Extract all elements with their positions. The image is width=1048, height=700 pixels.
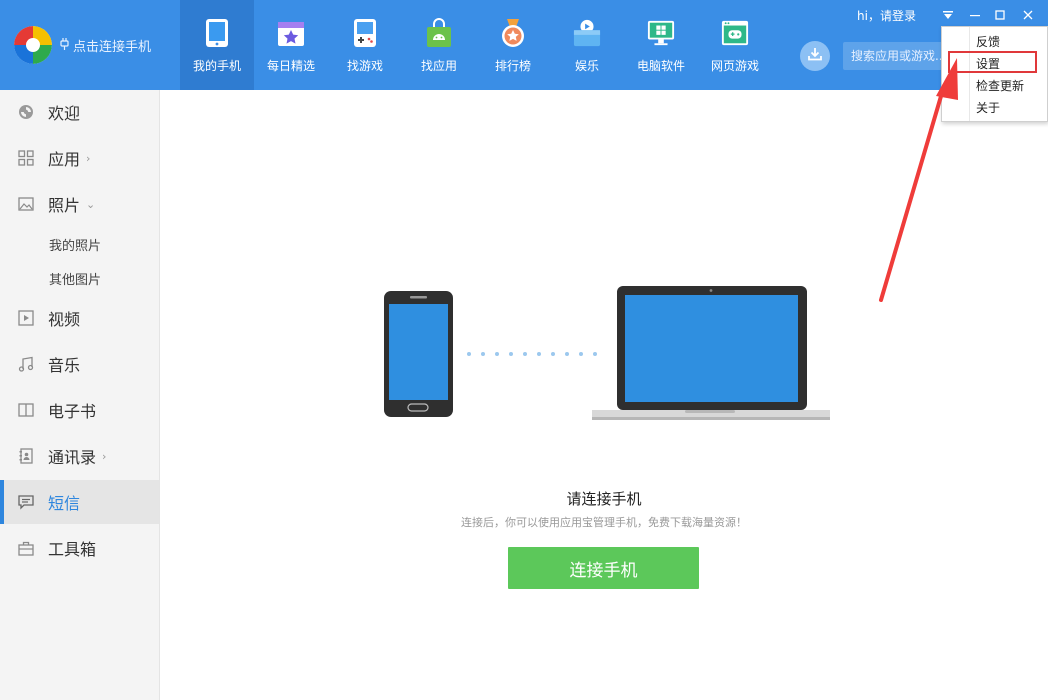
medal-icon <box>499 18 527 48</box>
sidebar-item-label: 工具箱 <box>48 540 97 559</box>
welcome-icon <box>17 103 35 121</box>
connect-subtitle: 连接后，你可以使用应用宝管理手机，免费下载海量资源！ <box>461 516 747 529</box>
search-input[interactable]: 搜索应用或游戏... <box>843 42 948 70</box>
download-manager-button[interactable] <box>800 41 830 71</box>
sidebar: 欢迎 应用 › 照片 ⌄ 我的照片 其他图片 视频 音乐 电子书 通讯录 › 短… <box>0 90 160 700</box>
tab-rankings[interactable]: 排行榜 <box>476 0 550 90</box>
download-icon <box>807 46 823 66</box>
android-bag-icon <box>425 18 453 48</box>
play-box-icon <box>573 18 601 48</box>
menu-item-feedback[interactable]: 反馈 <box>976 33 1000 50</box>
sidebar-item-contacts[interactable]: 通讯录 › <box>0 434 159 478</box>
tab-label: 找游戏 <box>346 59 383 73</box>
sidebar-item-photos[interactable]: 照片 ⌄ <box>0 182 159 226</box>
book-icon <box>17 401 35 419</box>
chevron-down-icon: ⌄ <box>86 197 96 211</box>
tab-label: 排行榜 <box>494 59 531 73</box>
sidebar-item-label: 视频 <box>48 310 81 329</box>
connect-phone-link[interactable]: 点击连接手机 <box>60 36 151 55</box>
calendar-star-icon <box>277 18 305 48</box>
tab-label: 网页游戏 <box>710 59 759 73</box>
browser-game-icon <box>721 18 749 48</box>
main-panel: 请连接手机 连接后，你可以使用应用宝管理手机，免费下载海量资源！ 连接手机 <box>160 90 1048 700</box>
login-link[interactable]: hi，请登录 <box>857 7 916 24</box>
phone-to-pc-illustration <box>380 286 831 430</box>
sidebar-item-label: 音乐 <box>48 356 81 375</box>
tab-label: 电脑软件 <box>636 59 685 73</box>
sidebar-subitem-my-photos[interactable]: 我的照片 <box>49 235 101 254</box>
monitor-windows-icon <box>647 18 675 48</box>
maximize-icon[interactable] <box>992 9 1008 24</box>
sidebar-item-label: 通讯录 <box>48 448 97 467</box>
sidebar-item-label: 欢迎 <box>48 104 81 123</box>
sidebar-item-music[interactable]: 音乐 <box>0 342 159 386</box>
sidebar-subitem-other-images[interactable]: 其他图片 <box>49 269 101 288</box>
music-icon <box>17 355 35 373</box>
app-logo-icon <box>14 26 52 64</box>
grid-icon <box>17 149 35 167</box>
connect-phone-label: 点击连接手机 <box>73 40 152 55</box>
sidebar-item-welcome[interactable]: 欢迎 <box>0 90 159 134</box>
close-icon[interactable] <box>1020 9 1036 24</box>
toolbox-icon <box>17 539 35 557</box>
message-icon <box>17 493 35 511</box>
sidebar-item-toolbox[interactable]: 工具箱 <box>0 526 159 570</box>
tab-find-apps[interactable]: 找应用 <box>402 0 476 90</box>
tab-web-games[interactable]: 网页游戏 <box>698 0 772 90</box>
tab-label: 娱乐 <box>574 59 599 73</box>
connect-title: 请连接手机 <box>566 490 642 508</box>
tab-daily-picks[interactable]: 每日精选 <box>254 0 328 90</box>
gamepad-icon <box>351 18 379 48</box>
sidebar-item-apps[interactable]: 应用 › <box>0 136 159 180</box>
sidebar-item-label: 电子书 <box>48 402 97 421</box>
phone-icon <box>203 18 231 48</box>
menu-item-check-update[interactable]: 检查更新 <box>976 77 1024 94</box>
sidebar-item-label: 短信 <box>48 494 81 513</box>
video-icon <box>17 309 35 327</box>
sidebar-item-label: 应用 <box>48 150 81 169</box>
plug-icon <box>60 38 69 53</box>
minimize-icon[interactable] <box>967 9 983 24</box>
sidebar-item-ebook[interactable]: 电子书 <box>0 388 159 432</box>
tab-label: 找应用 <box>420 59 457 73</box>
tab-pc-software[interactable]: 电脑软件 <box>624 0 698 90</box>
settings-menu: 反馈 设置 检查更新 关于 <box>941 26 1048 122</box>
sidebar-item-label: 照片 <box>48 196 81 215</box>
top-bar: 点击连接手机 我的手机 每日精选 找游戏 找应用 排行榜 娱乐 电脑软件 网页游… <box>0 0 1048 90</box>
tab-label: 我的手机 <box>192 59 241 73</box>
chevron-right-icon: › <box>86 151 91 165</box>
sidebar-item-sms[interactable]: 短信 <box>0 480 159 524</box>
main-nav: 我的手机 每日精选 找游戏 找应用 排行榜 娱乐 电脑软件 网页游戏 <box>180 0 772 90</box>
tab-find-games[interactable]: 找游戏 <box>328 0 402 90</box>
menu-gutter-divider <box>969 27 970 121</box>
connect-phone-button[interactable]: 连接手机 <box>508 547 699 589</box>
tab-my-phone[interactable]: 我的手机 <box>180 0 254 90</box>
tab-label: 每日精选 <box>266 59 315 73</box>
sidebar-item-video[interactable]: 视频 <box>0 296 159 340</box>
image-icon <box>17 195 35 213</box>
tab-entertainment[interactable]: 娱乐 <box>550 0 624 90</box>
chevron-right-icon: › <box>102 449 107 463</box>
settings-highlight-box <box>948 51 1037 73</box>
contacts-icon <box>17 447 35 465</box>
menu-dropdown-icon[interactable] <box>940 9 956 24</box>
menu-item-about[interactable]: 关于 <box>976 99 1000 116</box>
